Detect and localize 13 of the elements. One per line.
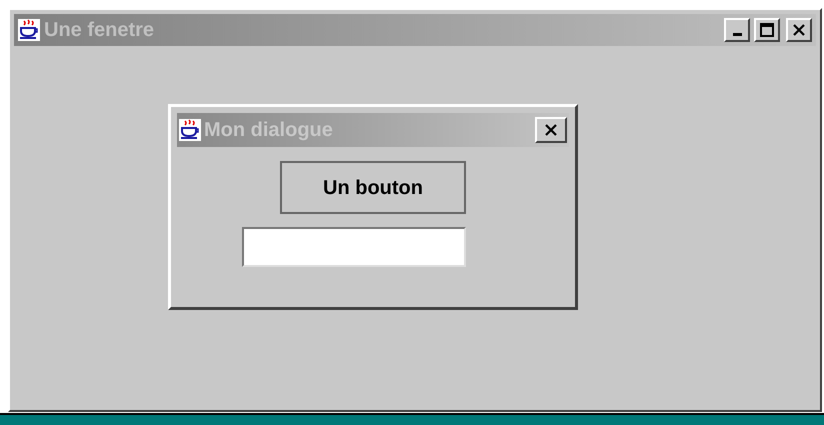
close-icon bbox=[792, 23, 806, 37]
maximize-button[interactable] bbox=[754, 18, 780, 42]
text-field[interactable] bbox=[242, 227, 466, 267]
close-button[interactable] bbox=[786, 18, 812, 42]
minimize-button[interactable] bbox=[724, 18, 750, 42]
close-icon bbox=[544, 123, 558, 137]
action-button[interactable]: Un bouton bbox=[280, 161, 466, 214]
coffee-cup-icon bbox=[18, 19, 40, 41]
coffee-cup-icon bbox=[179, 119, 201, 141]
window-title: Une fenetre bbox=[44, 18, 156, 43]
minimize-icon bbox=[732, 33, 742, 36]
dialog-close-button[interactable] bbox=[535, 117, 567, 143]
maximize-icon bbox=[760, 23, 774, 37]
